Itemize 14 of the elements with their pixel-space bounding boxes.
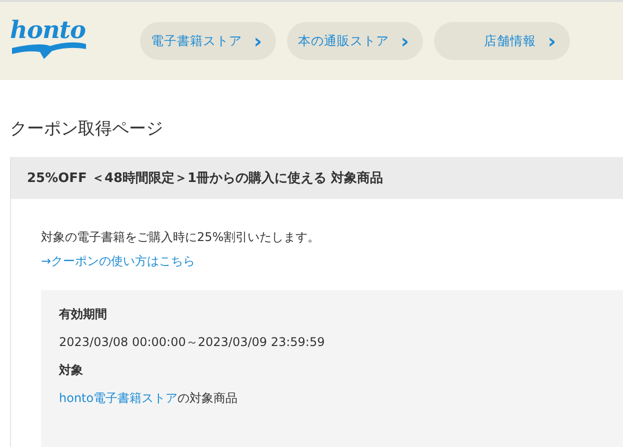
nav-button[interactable]: 店舗情報 › xyxy=(434,22,570,60)
page-title: クーポン取得ページ xyxy=(10,118,164,141)
coupon-description: 対象の電子書籍をご購入時に25%割引いたします。 xyxy=(41,229,321,245)
detail-label: 有効期間 xyxy=(59,306,108,322)
nav-button[interactable]: 本の通販ストア › xyxy=(287,22,423,60)
detail-value: 2023/03/08 00:00:00～2023/03/09 23:59:59 xyxy=(59,334,326,350)
store-link[interactable]: honto電子書籍ストア xyxy=(59,390,178,406)
logo[interactable]: honto xyxy=(10,20,90,40)
detail-value: honto電子書籍ストアの対象商品 xyxy=(59,390,239,406)
nav-button[interactable]: 電子書籍ストア › xyxy=(140,22,276,60)
coupon-title: 25%OFF ＜48時間限定＞1冊からの購入に使える 対象商品 xyxy=(11,157,623,199)
detail-label: 対象 xyxy=(59,362,84,378)
help-link[interactable]: →クーポンの使い方はこちら xyxy=(41,253,196,270)
logo-swoosh-icon xyxy=(10,40,88,60)
